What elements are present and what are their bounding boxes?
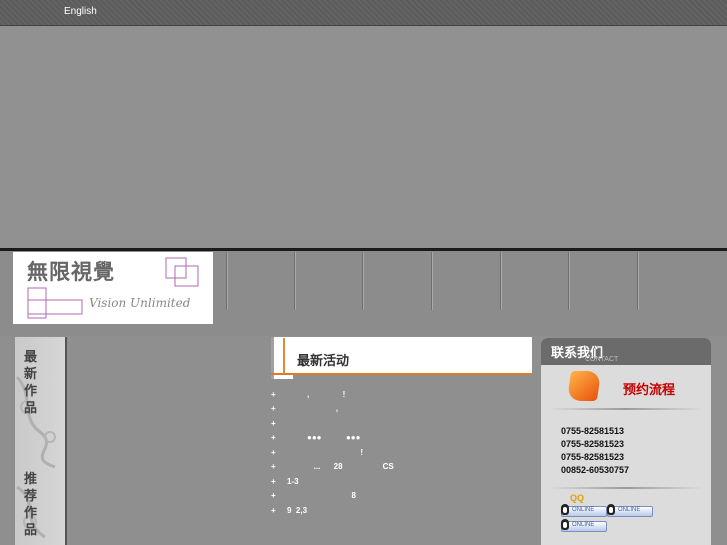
- nav-item-1[interactable]: [226, 252, 295, 310]
- contact-header: 联系我们 CONTACT: [541, 338, 711, 365]
- qq-online-button[interactable]: ONLINE: [607, 504, 653, 517]
- news-bullet-icon: +: [271, 477, 276, 486]
- qq-penguin-icon: [561, 504, 569, 515]
- nav-item-5[interactable]: [500, 252, 569, 310]
- news-bullet-icon: +: [271, 506, 276, 515]
- news-item[interactable]: + ... 28 CS: [271, 462, 521, 474]
- news-bullet-icon: +: [271, 462, 276, 471]
- news-title: 最新活动: [297, 354, 350, 369]
- logo-squares-graphic: [27, 257, 199, 319]
- news-orange-rule: [271, 373, 532, 375]
- content-blank-area: [67, 337, 270, 545]
- nav-item-2[interactable]: [294, 252, 363, 310]
- banner-area: [0, 26, 727, 248]
- contact-panel: 联系我们 CONTACT 预约流程 0755-82581513 0755-825…: [541, 338, 711, 545]
- booking-label: 预约流程: [623, 383, 676, 398]
- qq-online-button[interactable]: ONLINE: [561, 504, 607, 517]
- news-item[interactable]: + ,: [271, 404, 521, 416]
- phone-number: 00852-60530757: [561, 465, 630, 475]
- news-item[interactable]: +1-3: [271, 477, 521, 489]
- floral-decoration: [15, 375, 56, 539]
- logo-english-text: Vision Unlimited: [89, 296, 191, 310]
- booking-icon: [566, 371, 602, 401]
- nav-item-7[interactable]: [637, 252, 706, 310]
- news-item[interactable]: +9 2,3: [271, 506, 521, 518]
- news-header-accent-line: [283, 338, 285, 374]
- news-bullet-icon: +: [271, 433, 276, 442]
- english-language-link[interactable]: English: [64, 6, 97, 17]
- contact-divider: [549, 408, 703, 410]
- phone-number: 0755-82581513: [561, 426, 625, 436]
- contact-divider: [549, 487, 703, 489]
- phone-number: 0755-82581523: [561, 439, 625, 449]
- news-panel: 最新活动 + , ! + , + + ●●● ●●● + ! + ... 28 …: [271, 337, 532, 545]
- qq-penguin-icon: [561, 519, 569, 530]
- news-item[interactable]: +: [271, 419, 521, 431]
- qq-online-button[interactable]: ONLINE: [561, 519, 607, 532]
- nav-item-4[interactable]: [431, 252, 500, 310]
- news-bullet-icon: +: [271, 448, 276, 457]
- qq-penguin-icon: [607, 504, 615, 515]
- latest-works-heading[interactable]: 最新作品: [24, 349, 40, 417]
- top-bar: English: [0, 0, 727, 26]
- nav-item-3[interactable]: [362, 252, 431, 310]
- news-bullet-icon: +: [271, 390, 276, 399]
- recommended-works-heading[interactable]: 推荐作品: [24, 471, 40, 539]
- nav-item-6[interactable]: [568, 252, 637, 310]
- news-bullet-icon: +: [271, 491, 276, 500]
- news-item[interactable]: + 8: [271, 491, 521, 503]
- qq-label: QQ: [570, 493, 585, 503]
- news-item[interactable]: + , !: [271, 390, 521, 402]
- contact-subtitle: CONTACT: [585, 356, 619, 363]
- works-sidebar: 最新作品 推荐作品: [15, 337, 67, 545]
- news-item[interactable]: + ●●● ●●●: [271, 433, 521, 445]
- site-logo[interactable]: 無限視覺 Vision Unlimited: [13, 252, 213, 324]
- booking-process-link[interactable]: 预约流程: [549, 368, 699, 408]
- news-bullet-icon: +: [271, 404, 276, 413]
- news-bullet-icon: +: [271, 419, 276, 428]
- phone-number: 0755-82581523: [561, 452, 625, 462]
- news-item[interactable]: + !: [271, 448, 521, 460]
